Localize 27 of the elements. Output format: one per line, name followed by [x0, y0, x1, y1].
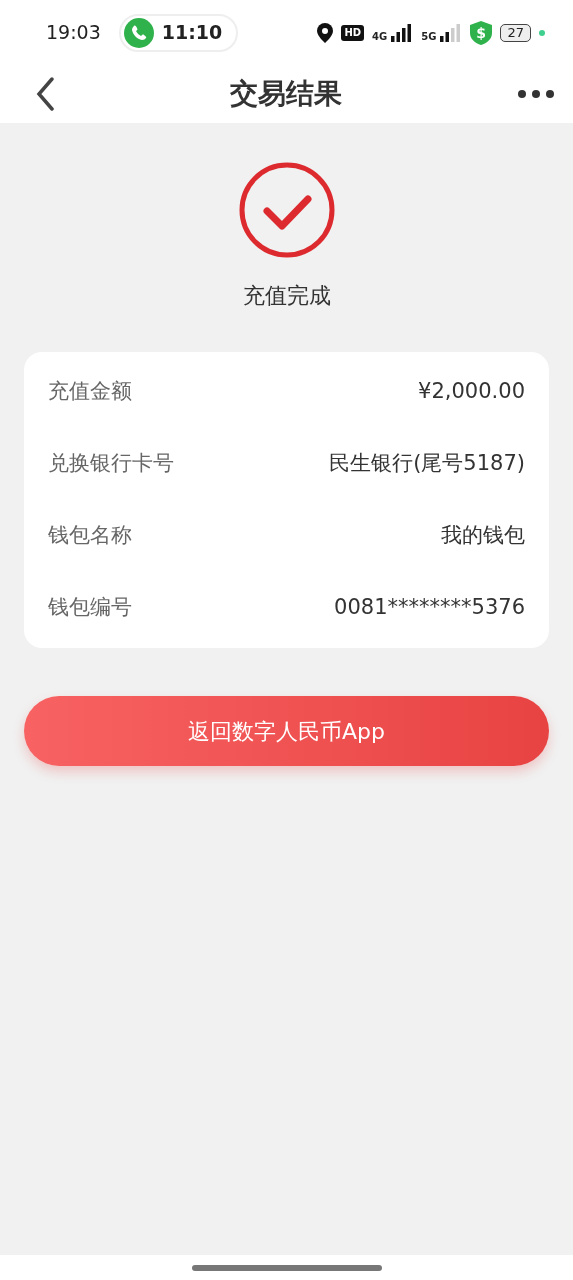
detail-label: 兑换银行卡号 — [48, 450, 174, 478]
page-title: 交易结果 — [229, 76, 342, 112]
signal-icon — [440, 23, 463, 42]
more-icon[interactable] — [517, 89, 555, 99]
network-label: 4G — [372, 31, 388, 42]
network-label: 5G — [421, 31, 437, 42]
back-icon[interactable] — [36, 77, 54, 111]
home-indicator[interactable] — [191, 1264, 382, 1271]
success-check-icon — [237, 161, 336, 259]
shield-icon: $ — [470, 20, 493, 45]
detail-value: ¥2,000.00 — [418, 378, 525, 406]
result-message: 充值完成 — [242, 282, 331, 310]
battery-indicator: 27 — [500, 23, 531, 42]
location-icon — [317, 22, 334, 43]
detail-value: 我的钱包 — [441, 522, 525, 550]
detail-value: 0081********5376 — [334, 594, 525, 622]
hd-label: HD — [341, 24, 365, 41]
call-indicator[interactable]: 11:10 — [118, 13, 239, 52]
phone-icon — [123, 17, 154, 48]
detail-label: 钱包编号 — [48, 594, 132, 622]
call-time: 11:10 — [161, 20, 223, 46]
detail-value: 民生银行(尾号5187) — [329, 450, 525, 478]
clock-time: 19:03 — [46, 20, 101, 46]
signal-icon — [391, 23, 414, 42]
detail-label: 充值金额 — [48, 378, 132, 406]
detail-label: 钱包名称 — [48, 522, 132, 550]
dot-icon — [539, 29, 545, 36]
